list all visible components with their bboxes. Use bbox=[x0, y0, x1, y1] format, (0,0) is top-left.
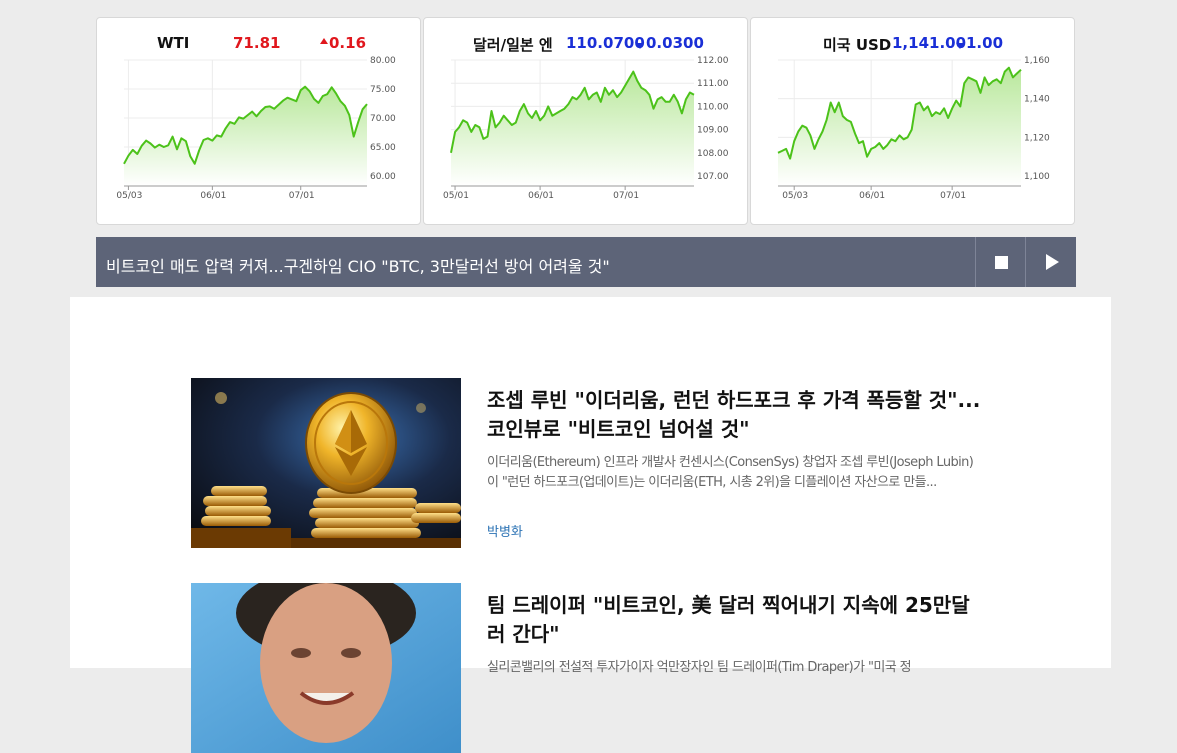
main-content: 조셉 루빈 "이더리움, 런던 하드포크 후 가격 폭등할 것"...코인뷰로 … bbox=[70, 297, 1111, 753]
market-chart: 1,160 1,140 1,120 1,100 05/03 06/01 07/01 bbox=[777, 56, 1050, 201]
article-item[interactable]: 팀 드레이퍼 "비트코인, 美 달러 찍어내기 지속에 25만달러 간다" 실리… bbox=[191, 583, 981, 753]
article-author[interactable]: 박병화 bbox=[487, 521, 523, 540]
y-tick-label: 1,100 bbox=[1024, 172, 1050, 182]
x-tick-label: 07/01 bbox=[940, 191, 966, 201]
article-thumbnail[interactable] bbox=[191, 583, 461, 753]
ticker-stop-button[interactable] bbox=[975, 237, 1026, 287]
x-tick-label: 06/01 bbox=[200, 191, 226, 201]
market-panel-usdjpy[interactable]: 달러/일본 엔 110.0700 0.0300 112.00 111.00 110.… bbox=[423, 17, 748, 225]
x-tick-label: 06/01 bbox=[859, 191, 885, 201]
article-summary[interactable]: 실리콘밸리의 전설적 투자가이자 억만장자인 팀 드레이퍼(Tim Draper… bbox=[487, 658, 982, 678]
series-area bbox=[124, 86, 367, 186]
article-title[interactable]: 팀 드레이퍼 "비트코인, 美 달러 찍어내기 지속에 25만달러 간다" bbox=[487, 591, 987, 649]
x-tick-label: 06/01 bbox=[528, 191, 554, 201]
y-tick-label: 109.00 bbox=[697, 126, 729, 136]
play-icon bbox=[1046, 254, 1059, 270]
article-title[interactable]: 조셉 루빈 "이더리움, 런던 하드포크 후 가격 폭등할 것"...코인뷰로 … bbox=[487, 386, 987, 444]
series-area bbox=[451, 71, 694, 186]
market-panel-usdkrw[interactable]: 미국 USD 1,141.00 1.00 1,160 1,140 1,120 1,10… bbox=[750, 17, 1075, 225]
market-chart: 112.00 111.00 110.00 109.00 108.00 107.00 05/0… bbox=[443, 56, 729, 201]
y-tick-label: 70.00 bbox=[370, 114, 396, 124]
news-ticker: 비트코인 매도 압력 커져...구겐하임 CIO "BTC, 3만달러선 방어 … bbox=[96, 237, 1076, 287]
x-tick-label: 05/03 bbox=[116, 191, 142, 201]
y-tick-label: 60.00 bbox=[370, 172, 396, 182]
article-thumbnail[interactable] bbox=[191, 378, 461, 548]
series-area bbox=[778, 67, 1021, 186]
y-tick-label: 112.00 bbox=[697, 56, 729, 66]
ticker-headline[interactable]: 비트코인 매도 압력 커져...구겐하임 CIO "BTC, 3만달러선 방어 … bbox=[106, 253, 610, 277]
article-item[interactable]: 조셉 루빈 "이더리움, 런던 하드포크 후 가격 폭등할 것"...코인뷰로 … bbox=[191, 378, 981, 548]
y-tick-label: 1,140 bbox=[1024, 95, 1050, 105]
y-tick-label: 110.00 bbox=[697, 102, 729, 112]
market-chart: 80.00 75.00 70.00 65.00 60.00 05/03 06/01 07/01 bbox=[116, 56, 396, 201]
portrait-image bbox=[191, 583, 461, 753]
article-summary[interactable]: 이더리움(Ethereum) 인프라 개발사 컨센시스(ConsenSys) 창… bbox=[487, 453, 982, 493]
x-tick-label: 07/01 bbox=[289, 191, 315, 201]
y-tick-label: 108.00 bbox=[697, 149, 729, 159]
y-tick-label: 107.00 bbox=[697, 172, 729, 182]
ticker-play-button[interactable] bbox=[1025, 237, 1076, 287]
x-tick-label: 05/01 bbox=[443, 191, 469, 201]
y-tick-label: 80.00 bbox=[370, 56, 396, 66]
y-tick-label: 65.00 bbox=[370, 143, 396, 153]
y-tick-label: 1,120 bbox=[1024, 133, 1050, 143]
ethereum-coin-image bbox=[191, 378, 461, 548]
stop-icon bbox=[994, 255, 1008, 269]
x-tick-label: 07/01 bbox=[613, 191, 639, 201]
market-panel-wti[interactable]: WTI 71.81 0.16 80.00 75.00 70.00 65.00 60.00… bbox=[96, 17, 421, 225]
y-tick-label: 75.00 bbox=[370, 85, 396, 95]
y-tick-label: 111.00 bbox=[697, 79, 729, 89]
y-tick-label: 1,160 bbox=[1024, 56, 1050, 66]
x-tick-label: 05/03 bbox=[782, 191, 808, 201]
